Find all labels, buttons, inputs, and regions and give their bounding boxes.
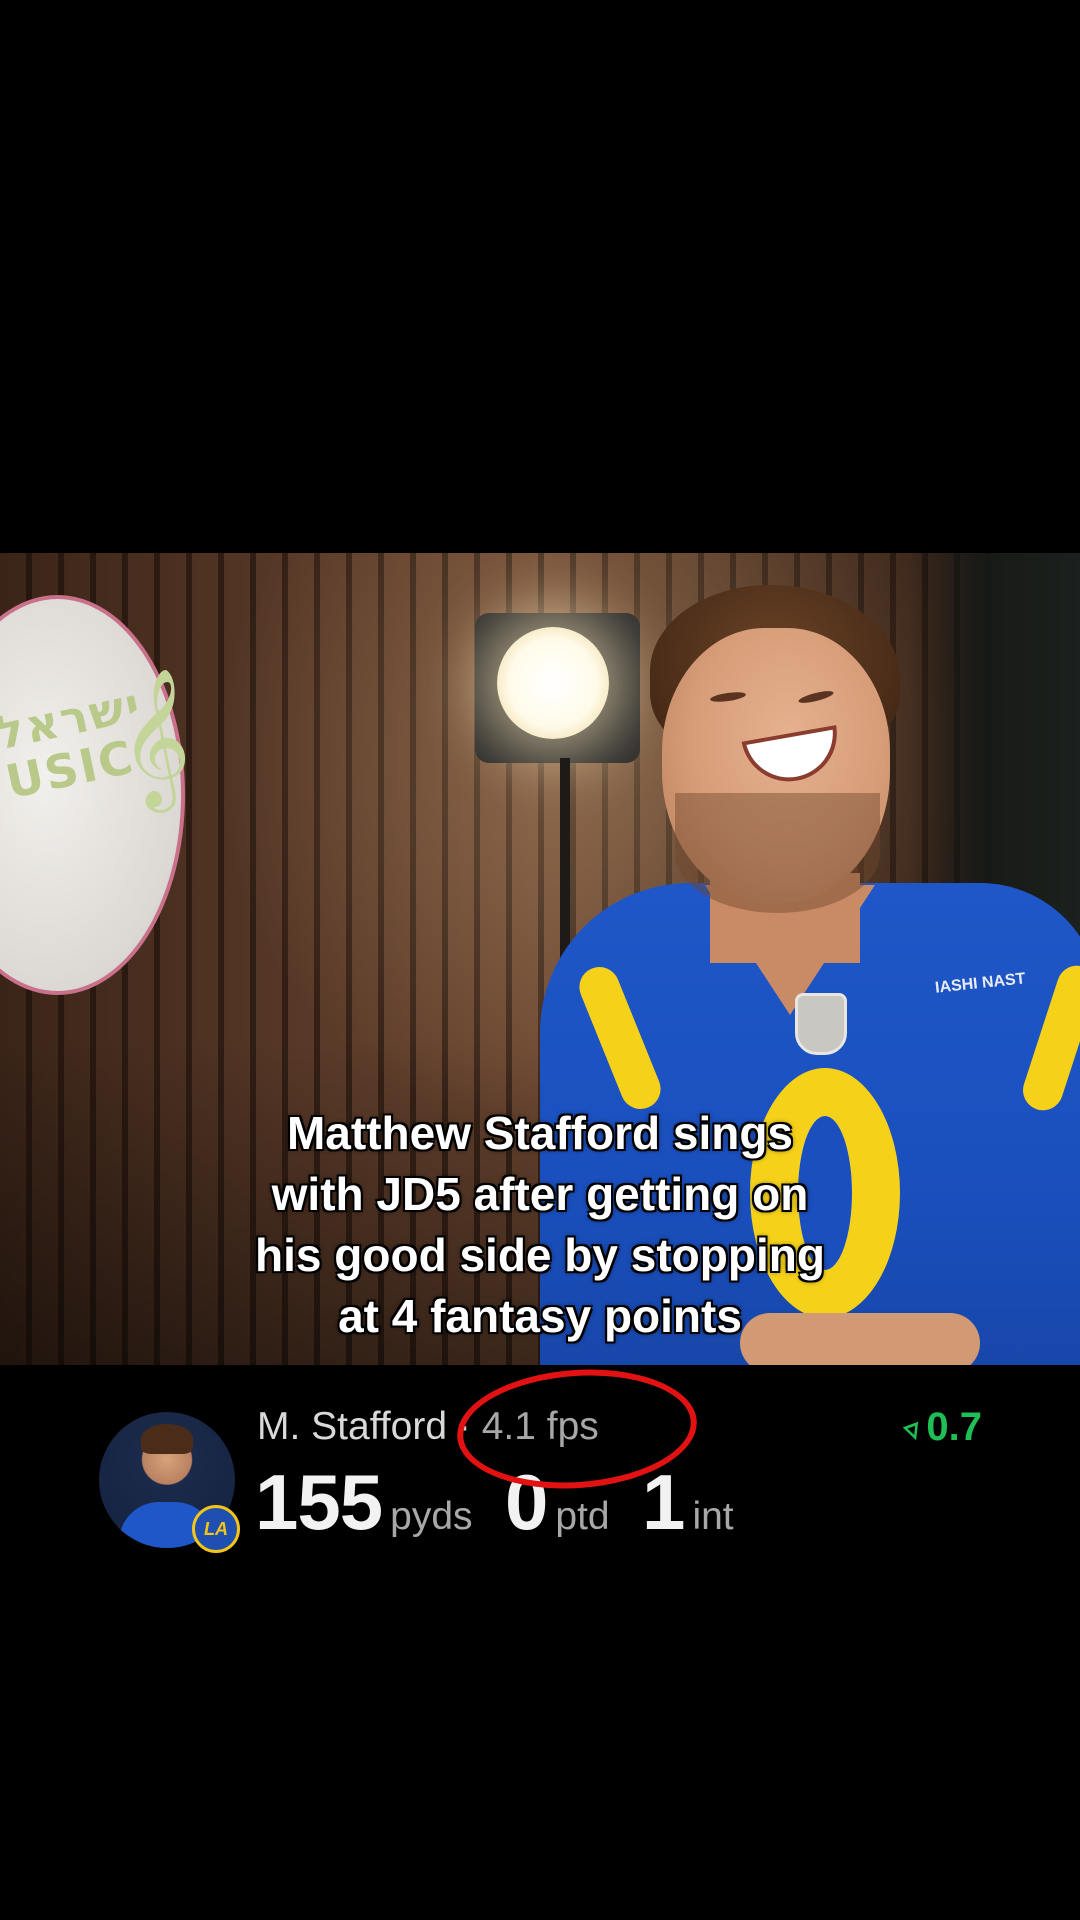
trend-down-arrow-icon: ▿ bbox=[900, 1412, 926, 1449]
avatar-hair bbox=[141, 1424, 193, 1454]
rams-logo-icon: LA bbox=[192, 1505, 240, 1553]
beard bbox=[675, 793, 880, 913]
stat-interceptions: 1 int bbox=[642, 1457, 734, 1548]
trend-value: 0.7 bbox=[926, 1405, 982, 1449]
stat-unit: ptd bbox=[555, 1495, 610, 1538]
stat-unit: int bbox=[692, 1495, 734, 1538]
stat-passing-yards: 155 pyds bbox=[255, 1457, 473, 1548]
player-name[interactable]: M. Stafford bbox=[257, 1405, 447, 1448]
stat-value: 155 bbox=[255, 1458, 383, 1546]
video-caption: Matthew Stafford sings with JD5 after ge… bbox=[255, 1107, 825, 1342]
stat-unit: pyds bbox=[390, 1495, 473, 1538]
treble-clef-icon: 𝄞 bbox=[120, 668, 191, 807]
nfl-crest bbox=[795, 993, 847, 1055]
trend-indicator: ▿0.7 bbox=[900, 1405, 982, 1450]
